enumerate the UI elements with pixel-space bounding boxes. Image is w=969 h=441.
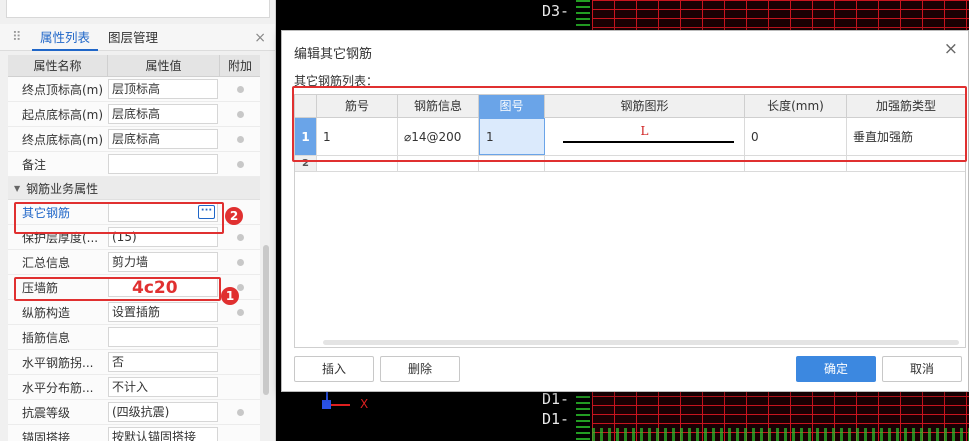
cancel-button[interactable]: 取消 (882, 356, 962, 382)
attach-dot-icon[interactable] (237, 284, 244, 291)
property-value[interactable]: 层顶标高 (108, 79, 218, 99)
property-row: 锚固搭接 按默认锚固搭接 (8, 425, 260, 441)
close-icon[interactable]: × (254, 30, 266, 46)
top-search-field[interactable] (6, 0, 270, 18)
property-value[interactable]: 层底标高 (108, 129, 218, 149)
property-value[interactable] (108, 327, 218, 347)
property-value[interactable]: 按默认锚固搭接 (108, 427, 218, 441)
grip-icon[interactable]: ⠿ (12, 30, 21, 45)
collapse-triangle-icon[interactable]: ▼ (14, 184, 20, 193)
tab-layer-manager[interactable]: 图层管理 (108, 24, 158, 51)
highlight-wall-press-bar (14, 277, 221, 301)
badge-step-2: 2 (225, 207, 243, 225)
property-name: 备注 (22, 157, 47, 172)
property-value[interactable]: 不计入 (108, 377, 218, 397)
highlight-grid-row (292, 86, 967, 162)
property-row: 水平分布筋... 不计入 (8, 375, 260, 400)
property-name: 纵筋构造 (22, 305, 71, 320)
property-value[interactable] (108, 154, 218, 174)
property-panel: ⠿ 属性列表 图层管理 × 属性名称 属性值 附加 终点顶标高(m) 层顶标高 … (0, 0, 276, 441)
panel-scrollbar-thumb[interactable] (263, 245, 269, 395)
property-name: 起点底标高(m) (22, 107, 104, 122)
property-name: 汇总信息 (22, 255, 71, 270)
property-name: 插筋信息 (22, 330, 71, 345)
property-value[interactable]: 否 (108, 352, 218, 372)
highlight-other-rebar (14, 202, 224, 234)
property-value[interactable]: 剪力墙 (108, 252, 218, 272)
attach-dot-icon[interactable] (237, 161, 244, 168)
property-value[interactable]: 层底标高 (108, 104, 218, 124)
insert-button[interactable]: 插入 (294, 356, 374, 382)
attach-dot-icon[interactable] (237, 111, 244, 118)
property-name: 抗震等级 (22, 405, 71, 420)
header-name: 属性名称 (8, 55, 108, 76)
cad-axis-origin (322, 400, 331, 409)
panel-tab-bar: ⠿ 属性列表 图层管理 × (0, 24, 275, 51)
property-row: 插筋信息 (8, 325, 260, 350)
property-value[interactable]: 设置插筋 (108, 302, 218, 322)
attach-dot-icon[interactable] (237, 309, 244, 316)
property-name: 终点顶标高(m) (22, 82, 104, 97)
cad-green-strip (592, 428, 969, 441)
delete-button[interactable]: 删除 (380, 356, 460, 382)
cad-label-d3: D3- (542, 2, 570, 20)
attach-dot-icon[interactable] (237, 136, 244, 143)
property-table-header: 属性名称 属性值 附加 (8, 55, 260, 77)
property-row: 备注 (8, 152, 260, 177)
ok-button[interactable]: 确定 (796, 356, 876, 382)
attach-dot-icon[interactable] (237, 259, 244, 266)
header-extra: 附加 (227, 59, 252, 73)
property-name: 终点底标高(m) (22, 132, 104, 147)
dialog-title: 编辑其它钢筋 (294, 47, 373, 62)
property-name: 水平分布筋... (22, 380, 94, 395)
group-label: 钢筋业务属性 (26, 181, 99, 196)
cad-label-d1-b: D1- (542, 410, 570, 428)
property-row: 纵筋构造 设置插筋 (8, 300, 260, 325)
property-row: 汇总信息 剪力墙 (8, 250, 260, 275)
attach-dot-icon[interactable] (237, 409, 244, 416)
property-name: 水平钢筋拐... (22, 355, 94, 370)
edit-other-rebar-dialog: 编辑其它钢筋 × 其它钢筋列表： 筋号 钢筋信息 图号 钢筋图形 长度(mm) … (281, 30, 969, 392)
attach-dot-icon[interactable] (237, 234, 244, 241)
annotation-wall-press-value: 4c20 (132, 278, 178, 298)
property-row: 起点底标高(m) 层底标高 (8, 102, 260, 127)
cad-label-d1-a: D1- (542, 390, 570, 408)
property-row: 水平钢筋拐... 否 (8, 350, 260, 375)
property-row: 抗震等级 (四级抗震) (8, 400, 260, 425)
close-icon[interactable]: × (944, 39, 958, 59)
cad-axis-x-label: X (360, 397, 369, 411)
badge-step-1: 1 (221, 287, 239, 305)
property-value[interactable]: (四级抗震) (108, 402, 218, 422)
property-row: 终点顶标高(m) 层顶标高 (8, 77, 260, 102)
property-table: 属性名称 属性值 附加 终点顶标高(m) 层顶标高 起点底标高(m) 层底标高 … (8, 55, 260, 441)
property-row: 终点底标高(m) 层底标高 (8, 127, 260, 152)
attach-dot-icon[interactable] (237, 86, 244, 93)
grid-horizontal-scrollbar[interactable] (323, 340, 959, 345)
property-name: 锚固搭接 (22, 430, 71, 441)
tab-property-list[interactable]: 属性列表 (32, 24, 99, 51)
header-value: 属性值 (108, 55, 220, 76)
property-group-rebar[interactable]: ▼ 钢筋业务属性 (8, 177, 260, 200)
